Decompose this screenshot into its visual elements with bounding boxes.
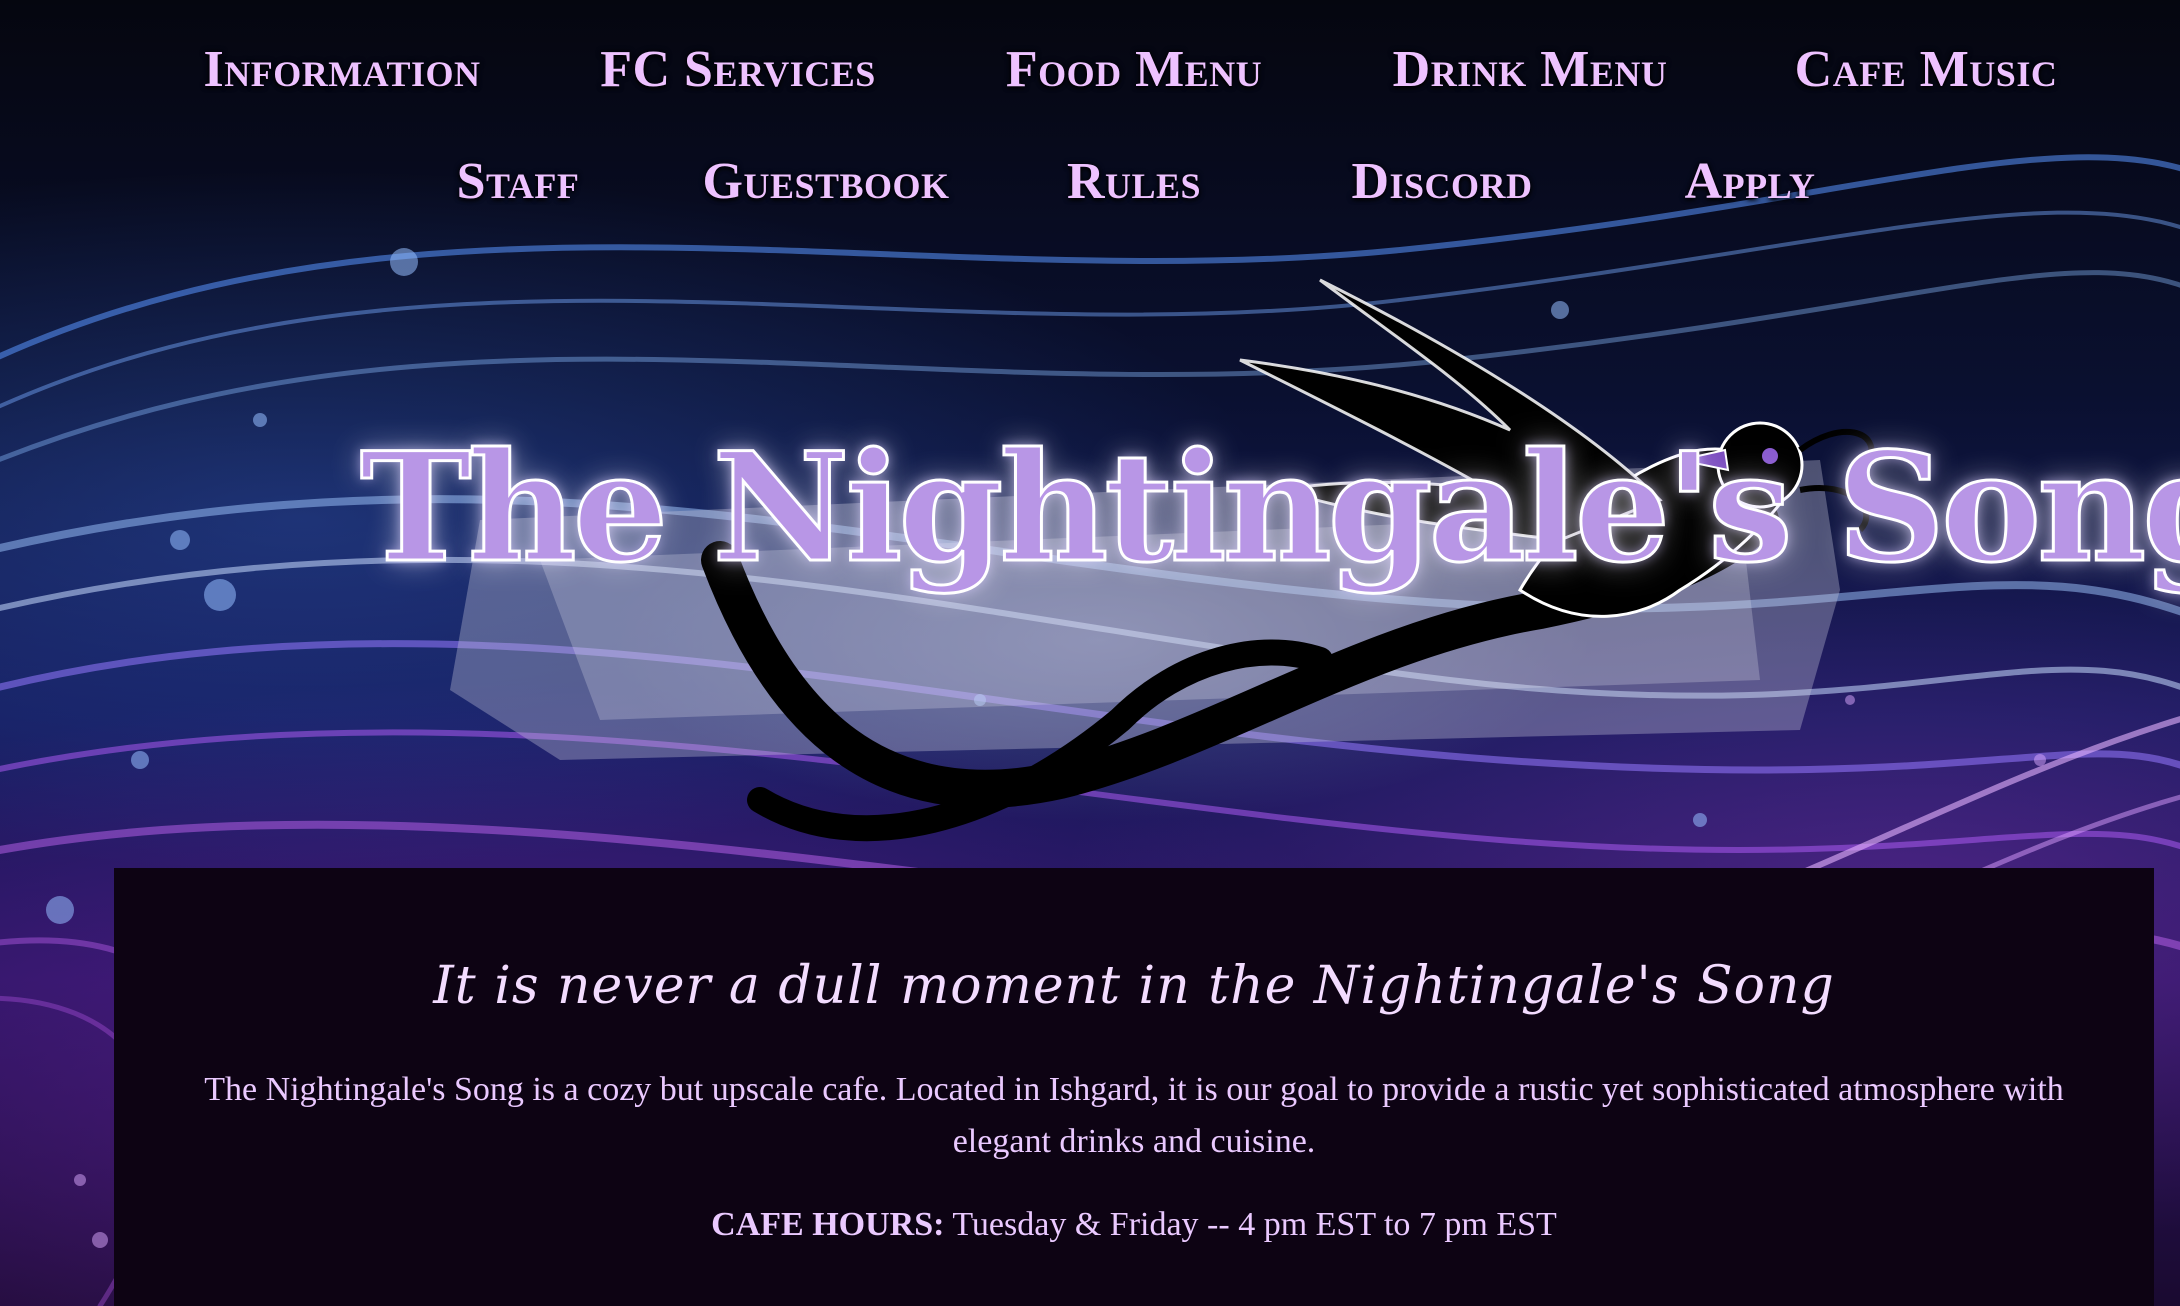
cafe-hours: CAFE HOURS: Tuesday & Friday -- 4 pm EST… [114, 1206, 2154, 1244]
nav-link-discord[interactable]: Discord [1351, 152, 1532, 211]
site-logo: The Nightingale's Song [359, 260, 2180, 860]
cafe-hours-label: CAFE HOURS: [711, 1206, 945, 1243]
nav-link-fc-services[interactable]: FC Services [600, 40, 876, 99]
cafe-hours-value: Tuesday & Friday -- 4 pm EST to 7 pm EST [952, 1206, 1557, 1243]
nav-link-staff[interactable]: Staff [457, 152, 580, 211]
nav-row-primary: Information FC Services Food Menu Drink … [0, 40, 2180, 130]
nav-link-drink-menu[interactable]: Drink Menu [1393, 40, 1668, 99]
nav-row-secondary: Staff Guestbook Rules Discord Apply [0, 152, 2180, 242]
nav-link-rules[interactable]: Rules [1067, 152, 1201, 211]
nav-link-information[interactable]: Information [203, 40, 480, 99]
nav-link-apply[interactable]: Apply [1685, 152, 1816, 211]
cafe-description: The Nightingale's Song is a cozy but ups… [204, 1071, 2064, 1160]
nav-link-food-menu[interactable]: Food Menu [1006, 40, 1262, 99]
nav-link-cafe-music[interactable]: Cafe Music [1795, 40, 2058, 99]
nav-link-guestbook[interactable]: Guestbook [702, 152, 949, 211]
logo-title: The Nightingale's Song [359, 419, 2180, 598]
intro-panel: It is never a dull moment in the Nightin… [114, 868, 2154, 1306]
tagline: It is never a dull moment in the Nightin… [433, 956, 1835, 1016]
